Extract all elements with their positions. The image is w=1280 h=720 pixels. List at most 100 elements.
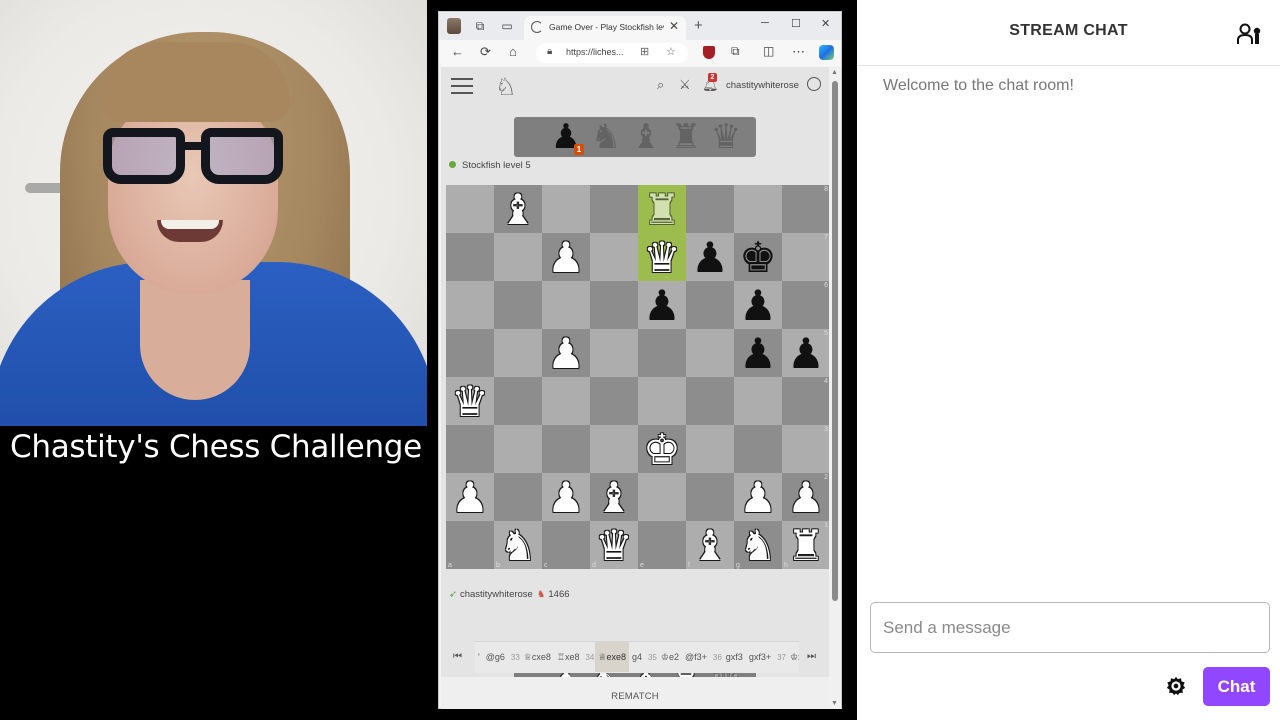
square-a6[interactable] <box>446 281 494 329</box>
square-d3[interactable] <box>590 425 638 473</box>
piece-a4[interactable]: ♛ <box>446 377 494 426</box>
tab-actions-icon[interactable]: ▭ <box>499 18 515 34</box>
square-d2[interactable]: ♝ <box>590 473 638 522</box>
square-d4[interactable] <box>590 377 638 425</box>
close-window-button[interactable]: ✕ <box>821 17 830 30</box>
move-item[interactable]: gxf3+ <box>746 642 774 672</box>
square-a4[interactable]: ♛ <box>446 377 494 426</box>
scroll-down-icon[interactable]: ▼ <box>831 700 838 707</box>
square-c3[interactable] <box>542 425 590 473</box>
address-bar[interactable]: 🔒︎ https://liches... ⊞ ☆ <box>536 43 688 63</box>
square-b4[interactable] <box>494 377 542 425</box>
square-e4[interactable] <box>638 377 686 425</box>
pocket-knight[interactable]: ♞ <box>586 117 626 157</box>
piece-f1[interactable]: ♝ <box>686 521 734 570</box>
square-h5[interactable]: ♟ 5 <box>782 329 829 378</box>
piece-b1[interactable]: ♞ <box>494 521 542 570</box>
square-f3[interactable] <box>686 425 734 473</box>
square-d1[interactable]: ♛ d <box>590 521 638 570</box>
tab-active[interactable]: Game Over - Play Stockfish level 5 ✕ <box>524 16 686 40</box>
square-d8[interactable] <box>590 185 638 233</box>
reload-button[interactable]: ⟳ <box>480 44 491 60</box>
square-e6[interactable]: ♟ <box>638 281 686 330</box>
square-c5[interactable]: ♟ <box>542 329 590 378</box>
piece-g7[interactable]: ♚ <box>734 233 782 282</box>
square-b1[interactable]: ♞ b <box>494 521 542 570</box>
back-button[interactable]: ← <box>451 44 464 59</box>
square-g4[interactable] <box>734 377 782 425</box>
piece-f7[interactable]: ♟ <box>686 233 734 282</box>
square-f5[interactable] <box>686 329 734 377</box>
opponent-name[interactable]: Stockfish level 5 <box>462 160 531 171</box>
square-c1[interactable]: c <box>542 521 590 569</box>
piece-e8[interactable]: ♜ <box>638 185 686 234</box>
square-a5[interactable] <box>446 329 494 377</box>
square-e8[interactable]: ♜ <box>638 185 686 234</box>
piece-h2[interactable]: ♟ <box>782 473 829 522</box>
square-d6[interactable] <box>590 281 638 329</box>
square-b6[interactable] <box>494 281 542 329</box>
page-scrollbar[interactable]: ▲ ▼ <box>829 67 841 709</box>
piece-h5[interactable]: ♟ <box>782 329 829 378</box>
move-item[interactable]: ♕exe8 <box>595 642 629 672</box>
lichess-logo-icon[interactable]: ♘ <box>495 73 517 102</box>
ublock-extension-icon[interactable] <box>703 46 715 59</box>
square-h4[interactable]: 4 <box>782 377 829 425</box>
square-g7[interactable]: ♚ <box>734 233 782 282</box>
pocket-rook[interactable]: ♜ <box>666 117 706 157</box>
square-b5[interactable] <box>494 329 542 377</box>
square-a7[interactable] <box>446 233 494 281</box>
move-item[interactable]: gxf3 <box>723 642 746 672</box>
first-move-button[interactable]: ⏮ <box>453 651 462 662</box>
favorite-icon[interactable]: ☆ <box>666 45 676 58</box>
scrollbar-thumb[interactable] <box>832 81 838 601</box>
piece-c7[interactable]: ♟ <box>542 233 590 282</box>
piece-d1[interactable]: ♛ <box>590 521 638 570</box>
pocket-queen[interactable]: ♛ <box>706 117 746 157</box>
square-g2[interactable]: ♟ <box>734 473 782 522</box>
square-f1[interactable]: ♝ f <box>686 521 734 570</box>
scroll-up-icon[interactable]: ▲ <box>831 69 838 76</box>
square-g3[interactable] <box>734 425 782 473</box>
rematch-button[interactable]: REMATCH <box>441 677 829 709</box>
move-item[interactable]: ♖xe8 <box>554 642 583 672</box>
lock-icon[interactable]: 🔒︎ <box>547 46 552 57</box>
piece-g2[interactable]: ♟ <box>734 473 782 522</box>
apps-icon[interactable]: ⊞ <box>640 45 649 58</box>
split-screen-icon[interactable]: ◫ <box>763 44 774 58</box>
piece-d2[interactable]: ♝ <box>590 473 638 522</box>
move-item[interactable]: ♔e2 <box>658 642 682 672</box>
chat-settings-gear-icon[interactable] <box>1165 675 1187 697</box>
piece-e6[interactable]: ♟ <box>638 281 686 330</box>
square-e3[interactable]: ♚ <box>638 425 686 474</box>
search-icon[interactable]: ⌕ <box>657 77 664 93</box>
move-item[interactable]: ♕cxe8 <box>521 642 554 672</box>
square-g1[interactable]: ♞ g <box>734 521 782 570</box>
square-h8[interactable]: 8 <box>782 185 829 233</box>
home-button[interactable]: ⌂ <box>509 44 517 59</box>
square-h6[interactable]: 6 <box>782 281 829 329</box>
square-e7[interactable]: ♛ <box>638 233 686 282</box>
piece-e7[interactable]: ♛ <box>638 233 686 282</box>
tab-close-icon[interactable]: ✕ <box>669 19 679 33</box>
piece-g6[interactable]: ♟ <box>734 281 782 330</box>
square-a1[interactable]: a <box>446 521 494 569</box>
piece-c2[interactable]: ♟ <box>542 473 590 522</box>
chat-message-input[interactable] <box>870 602 1270 653</box>
square-f2[interactable] <box>686 473 734 521</box>
square-h3[interactable]: 3 <box>782 425 829 473</box>
minimize-button[interactable]: ─ <box>761 17 769 29</box>
square-f7[interactable]: ♟ <box>686 233 734 282</box>
square-f8[interactable] <box>686 185 734 233</box>
square-b7[interactable] <box>494 233 542 281</box>
square-e2[interactable] <box>638 473 686 521</box>
piece-c5[interactable]: ♟ <box>542 329 590 378</box>
community-users-icon[interactable] <box>1237 22 1263 46</box>
last-move-button[interactable]: ⏭ <box>807 651 816 662</box>
more-menu-icon[interactable]: ⋯ <box>792 44 805 60</box>
square-a2[interactable]: ♟ <box>446 473 494 522</box>
square-c6[interactable] <box>542 281 590 329</box>
square-b2[interactable] <box>494 473 542 521</box>
profile-avatar[interactable] <box>447 18 461 34</box>
menu-icon[interactable] <box>451 78 473 94</box>
